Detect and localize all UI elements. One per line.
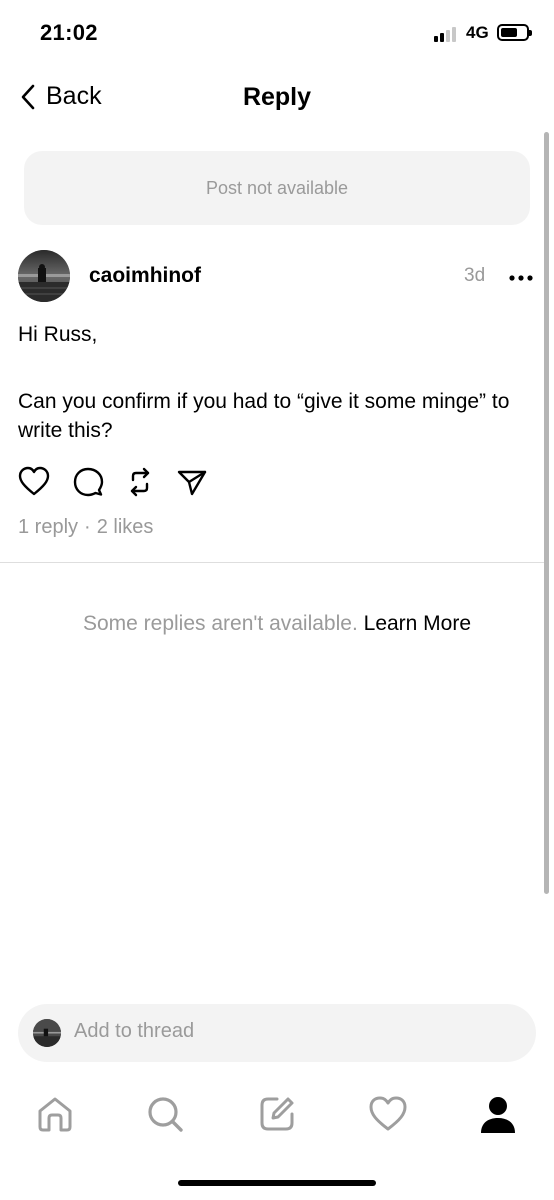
tab-search[interactable]: [145, 1094, 185, 1134]
likes-count[interactable]: 2 likes: [97, 516, 154, 538]
add-to-thread-input[interactable]: [74, 1020, 514, 1043]
composer-avatar: [33, 1019, 61, 1047]
unavailable-post-text: Post not available: [205, 177, 349, 198]
tab-home[interactable]: [35, 1094, 75, 1134]
share-icon: [177, 470, 207, 496]
compose-icon: [260, 1097, 294, 1131]
status-time: 21:02: [40, 20, 98, 45]
post-text-line: Can you confirm if you had to “give it s…: [18, 390, 510, 442]
learn-more-link[interactable]: Learn More: [364, 612, 471, 635]
repost-button[interactable]: [124, 466, 156, 498]
profile-icon: [481, 1097, 515, 1133]
scroll-indicator[interactable]: [544, 132, 549, 894]
post-text-line: Hi Russ,: [18, 323, 98, 346]
status-bar: 21:02 4G: [0, 0, 554, 64]
tab-bar: [0, 1088, 554, 1138]
page-title: Reply: [242, 83, 312, 111]
reply-count[interactable]: 1 reply: [18, 516, 78, 538]
replies-unavailable-note: Some replies aren't available. Learn Mor…: [0, 612, 554, 636]
like-button[interactable]: [18, 466, 50, 498]
activity-icon: [369, 1096, 407, 1131]
post-timestamp: 3d: [464, 265, 486, 286]
ellipsis-icon: [509, 275, 533, 281]
post-stats: 1 reply · 2 likes: [18, 516, 153, 539]
home-icon: [38, 1097, 72, 1132]
replies-note-text: Some replies aren't available.: [82, 612, 358, 635]
battery-icon: [497, 24, 532, 41]
post-username[interactable]: caoimhinof: [89, 264, 201, 288]
heart-icon: [18, 466, 50, 496]
tab-compose[interactable]: [257, 1094, 297, 1134]
thread-composer[interactable]: [18, 1004, 536, 1062]
divider: [0, 562, 544, 563]
avatar[interactable]: [18, 250, 70, 302]
more-options-button[interactable]: [508, 270, 534, 281]
stats-separator: ·: [84, 516, 91, 538]
nav-header: Back Reply: [0, 70, 554, 126]
network-type: 4G: [466, 23, 489, 42]
share-button[interactable]: [176, 466, 208, 498]
search-icon: [148, 1097, 183, 1132]
home-indicator: [178, 1180, 376, 1186]
unavailable-post-card: Post not available: [24, 151, 530, 225]
reply-button[interactable]: [72, 466, 104, 498]
post-body: Hi Russ, Can you confirm if you had to “…: [18, 320, 538, 445]
repost-icon: [130, 467, 150, 497]
comment-icon: [73, 467, 104, 497]
tab-activity[interactable]: [368, 1094, 408, 1134]
cellular-signal-icon: [434, 26, 460, 42]
tab-profile[interactable]: [478, 1094, 518, 1134]
